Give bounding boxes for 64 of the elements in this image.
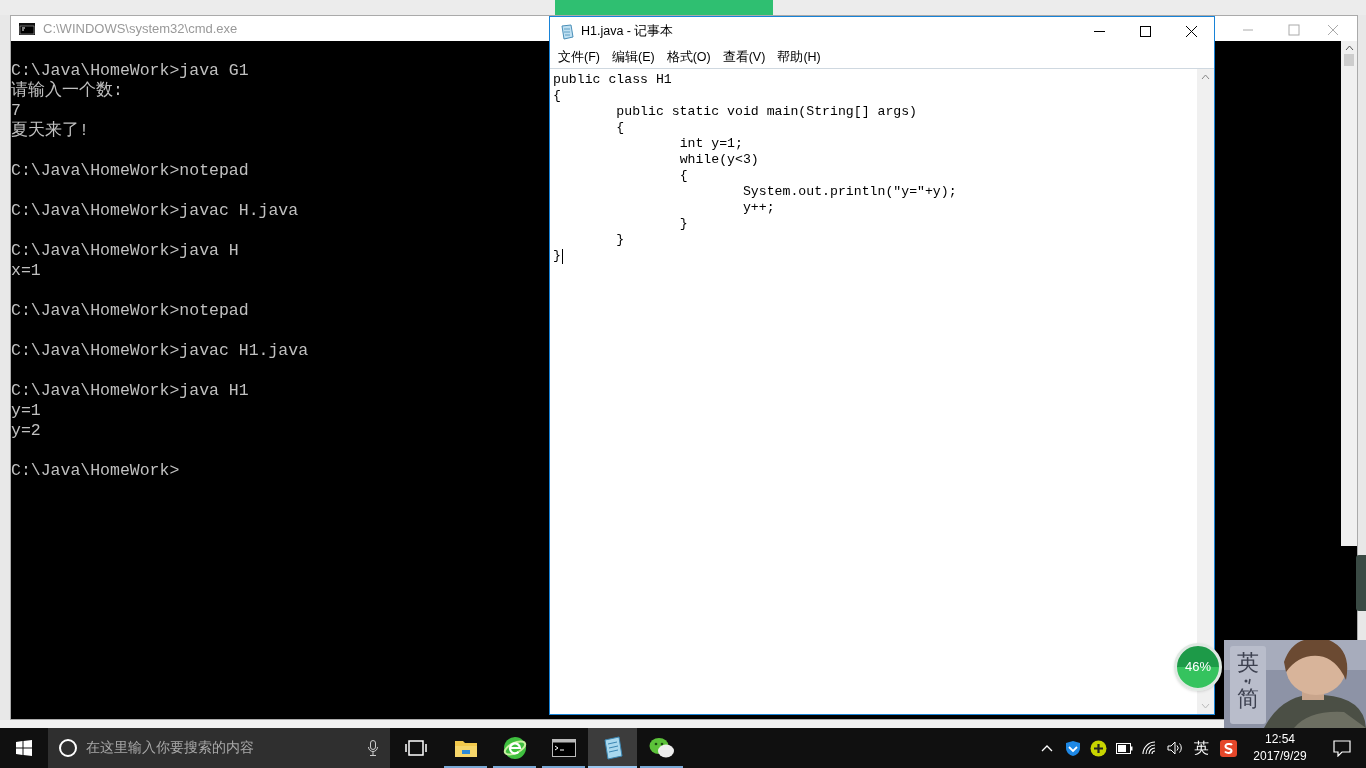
window-title: C:\WINDOWS\system32\cmd.exe (43, 19, 238, 38)
notepad-icon (559, 23, 575, 40)
taskbar-app[interactable] (588, 728, 637, 768)
battery-icon[interactable] (1116, 742, 1133, 754)
scroll-up-icon[interactable] (1201, 74, 1210, 80)
volume-icon[interactable] (1167, 741, 1184, 755)
code-line: } (678, 216, 688, 232)
shield-icon[interactable] (1065, 739, 1081, 757)
console-line: x=1 (11, 261, 41, 280)
menu-item[interactable]: 帮助(H) (771, 47, 827, 67)
close-icon (1185, 26, 1197, 37)
notification-icon (1333, 739, 1351, 757)
chevron-up-icon[interactable] (1041, 744, 1053, 752)
scrollbar[interactable] (1341, 41, 1357, 546)
ime-language[interactable]: 英 (1237, 650, 1259, 676)
punctuation-icon[interactable] (1243, 676, 1253, 686)
code-line: { (615, 120, 625, 136)
windows-icon (16, 740, 32, 756)
console-line: C:\Java\HomeWork>java H1 (11, 381, 249, 400)
task-view-icon (404, 740, 427, 756)
console-line: 请输入一个数: (11, 81, 123, 100)
code-line: System.out.println("y="+y); (741, 184, 957, 200)
console-line: C:\Java\HomeWork>notepad (11, 301, 249, 320)
console-line: C:\Java\HomeWork> (11, 461, 180, 480)
input-language[interactable]: 英 (1194, 736, 1209, 760)
console-line: 夏天来了! (11, 121, 89, 140)
scroll-up-icon[interactable] (1344, 45, 1354, 51)
search-field[interactable]: 在这里输入你要搜索的内容 (48, 728, 390, 768)
menu-item[interactable]: 文件(F) (552, 47, 606, 67)
console-line: C:\Java\HomeWork>javac H1.java (11, 341, 309, 360)
code-line: { (553, 88, 561, 104)
globe-icon (502, 736, 527, 760)
console-line: C:\Java\HomeWork>notepad (11, 161, 249, 180)
code-line: } (615, 232, 625, 248)
console-line: y=1 (11, 401, 41, 420)
console-line: C:\Java\HomeWork>java H (11, 241, 239, 260)
code-line: y++; (741, 200, 775, 216)
code-line: int y=1; (678, 136, 743, 152)
code-line: public static void main(String[] args) (615, 104, 918, 120)
ime-script[interactable]: 简 (1237, 686, 1259, 712)
clock[interactable]: 12:54 2017/9/29 (1242, 731, 1318, 765)
chat-icon (648, 737, 675, 759)
window-title: H1.java - 记事本 (581, 23, 674, 41)
plus-icon[interactable] (1090, 739, 1107, 757)
maximize-icon (1139, 26, 1151, 37)
console-line: y=2 (11, 421, 41, 440)
menu-item[interactable]: 格式(O) (660, 47, 717, 67)
menu-item[interactable]: 编辑(E) (605, 47, 661, 67)
console-line: C:\Java\HomeWork>javac H.java (11, 201, 299, 220)
code-line: public class H1 (553, 72, 672, 88)
code-line: while(y<3) (678, 152, 759, 168)
sogou-icon[interactable] (1220, 739, 1237, 757)
console-line: 7 (11, 101, 21, 120)
folder-icon (453, 738, 478, 758)
scroll-thumb[interactable] (1344, 54, 1354, 66)
code-line: { (678, 168, 688, 184)
microphone-icon[interactable] (368, 740, 378, 756)
search-circle-icon (58, 738, 78, 758)
console-icon (551, 739, 576, 757)
code-line: } (553, 248, 561, 264)
console-icon (19, 22, 35, 35)
text-cursor (561, 248, 563, 264)
console-line: C:\Java\HomeWork>java G1 (11, 61, 249, 80)
menu-item[interactable]: 查看(V) (716, 47, 772, 67)
